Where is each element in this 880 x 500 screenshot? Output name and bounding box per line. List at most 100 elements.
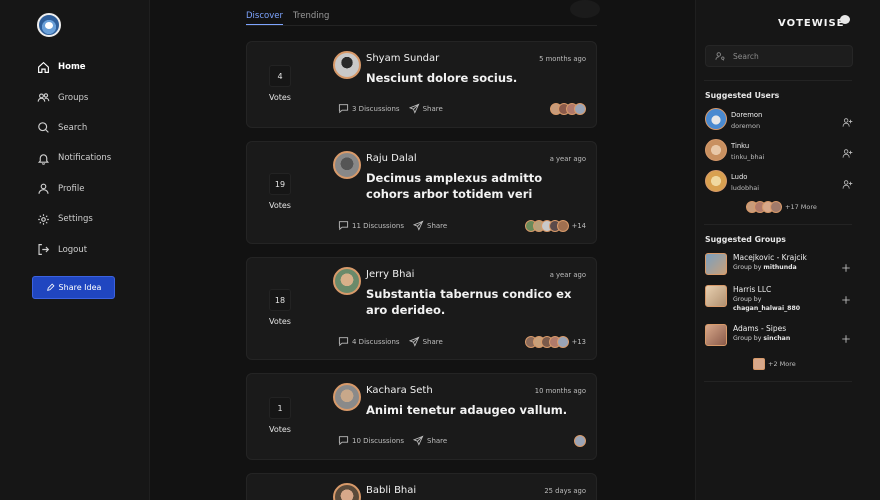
follow-user-icon[interactable]	[842, 113, 853, 127]
discussions-link[interactable]: 3 Discussions	[338, 103, 400, 114]
search-input[interactable]	[733, 51, 833, 61]
post-card[interactable]: Babli Bhai 25 days ago	[246, 473, 597, 500]
vote-count[interactable]: 1	[269, 397, 291, 419]
post-title[interactable]: Animi tenetur adaugeo vallum.	[366, 402, 586, 418]
vote-count[interactable]: 18	[269, 289, 291, 311]
discussions-count: 4 Discussions	[352, 337, 400, 346]
app-avatar[interactable]	[37, 13, 61, 37]
post-card[interactable]: 19 Votes Raju Dalal a year ago Decimus a…	[246, 141, 597, 244]
suggested-user[interactable]: Doremon doremon	[705, 108, 853, 134]
nav-home[interactable]: Home	[37, 52, 111, 82]
post-card[interactable]: 4 Votes Shyam Sundar 5 months ago Nesciu…	[246, 41, 597, 128]
author-avatar[interactable]	[333, 483, 361, 500]
nav-logout[interactable]: Logout	[37, 234, 111, 264]
author-avatar[interactable]	[333, 383, 361, 411]
join-group-plus-icon[interactable]	[841, 290, 851, 304]
logout-icon	[37, 243, 50, 256]
more-groups[interactable]: +2 More	[753, 358, 796, 370]
nav-profile[interactable]: Profile	[37, 174, 111, 204]
post-time: a year ago	[549, 271, 586, 279]
divider	[704, 381, 852, 382]
suggested-user[interactable]: Tinku tinku_bhai	[705, 139, 853, 165]
vote-count[interactable]: 4	[269, 65, 291, 87]
post-title[interactable]: Substantia tabernus condico ex aro derid…	[366, 286, 586, 318]
tab-trending[interactable]: Trending	[293, 11, 329, 25]
share-link[interactable]: Share	[413, 435, 447, 446]
follow-user-icon[interactable]	[842, 175, 853, 189]
voter-avatars[interactable]: +13	[524, 336, 586, 348]
share-link[interactable]: Share	[413, 220, 447, 231]
nav-settings[interactable]: Settings	[37, 204, 111, 234]
author-name[interactable]: Shyam Sundar	[366, 53, 439, 64]
nav-notifications-label: Notifications	[58, 153, 112, 164]
discussions-link[interactable]: 11 Discussions	[338, 220, 404, 231]
vote-box[interactable]: 1 Votes	[259, 397, 301, 434]
tab-discover[interactable]: Discover	[246, 11, 283, 25]
vote-box[interactable]: 19 Votes	[259, 173, 301, 210]
voter-avatar	[574, 103, 586, 115]
suggested-group[interactable]: Adams - Sipes Group by sinchan	[705, 324, 853, 350]
post-time: a year ago	[549, 155, 586, 163]
group-avatar	[705, 253, 727, 275]
post-title[interactable]: Decimus amplexus admitto cohors arbor to…	[366, 170, 586, 202]
voter-avatars[interactable]	[574, 435, 586, 447]
nav-groups[interactable]: Groups	[37, 82, 111, 112]
group-avatar	[705, 285, 727, 307]
post-card[interactable]: 1 Votes Kachara Seth 10 months ago Animi…	[246, 373, 597, 460]
join-group-plus-icon[interactable]	[841, 258, 851, 272]
author-name[interactable]: Raju Dalal	[366, 153, 417, 164]
author-name[interactable]: Kachara Seth	[366, 385, 433, 396]
author-avatar[interactable]	[333, 151, 361, 179]
discussions-link[interactable]: 4 Discussions	[338, 336, 400, 347]
follow-user-icon[interactable]	[842, 144, 853, 158]
more-voters-count: +13	[571, 338, 586, 346]
author-avatar[interactable]	[333, 51, 361, 79]
suggested-groups-title: Suggested Groups	[705, 235, 786, 244]
suggested-group[interactable]: Macejkovic - Krajcik Group by mithunda	[705, 253, 853, 279]
nav-notifications[interactable]: Notifications	[37, 143, 111, 173]
more-users[interactable]: +17 More	[746, 201, 817, 213]
group-owner-name: sinchan	[763, 335, 791, 342]
post-card[interactable]: 18 Votes Jerry Bhai a year ago Substanti…	[246, 257, 597, 360]
post-title[interactable]: Nesciunt dolore socius.	[366, 70, 586, 86]
suggested-user[interactable]: Ludo ludobhai	[705, 170, 853, 196]
avatar	[705, 170, 727, 192]
nav-home-label: Home	[58, 62, 86, 73]
share-idea-button[interactable]: Share Idea	[32, 276, 115, 299]
group-by-prefix: Group by	[733, 264, 762, 271]
nav-settings-label: Settings	[58, 214, 93, 225]
send-icon	[408, 336, 420, 347]
brand-logo[interactable]: VOTEWISE	[778, 18, 845, 29]
post-time: 5 months ago	[539, 55, 586, 63]
share-idea-label: Share Idea	[58, 283, 102, 292]
group-by-prefix: Group by	[733, 296, 762, 303]
discussions-link[interactable]: 10 Discussions	[338, 435, 404, 446]
search-box[interactable]	[705, 45, 853, 67]
avatar	[770, 201, 782, 213]
discussions-count: 3 Discussions	[352, 104, 400, 113]
nav-search[interactable]: Search	[37, 113, 111, 143]
share-link[interactable]: Share	[408, 103, 443, 114]
comment-icon	[338, 221, 349, 231]
author-name[interactable]: Jerry Bhai	[366, 269, 414, 280]
vote-label: Votes	[269, 93, 291, 102]
author-name[interactable]: Babli Bhai	[366, 485, 416, 496]
home-icon	[37, 61, 50, 74]
author-avatar[interactable]	[333, 267, 361, 295]
avatar	[705, 108, 727, 130]
join-group-plus-icon[interactable]	[841, 329, 851, 343]
voter-avatars[interactable]: +14	[524, 220, 586, 232]
chat-bubble-icon	[840, 15, 850, 24]
suggested-group[interactable]: Harris LLC Group by chagan_halwai_880	[705, 285, 853, 317]
user-name: Ludo	[731, 173, 748, 181]
vote-count[interactable]: 19	[269, 173, 291, 195]
main-nav: Home Groups Search Notifications Profile…	[37, 52, 111, 265]
group-name: Adams - Sipes	[733, 324, 787, 333]
nav-profile-label: Profile	[58, 183, 85, 194]
vote-box[interactable]: 18 Votes	[259, 289, 301, 326]
more-voters-count: +14	[571, 222, 586, 230]
vote-box[interactable]: 4 Votes	[259, 65, 301, 102]
voter-avatars[interactable]	[550, 103, 586, 115]
share-link[interactable]: Share	[408, 336, 443, 347]
share-label: Share	[422, 337, 443, 346]
